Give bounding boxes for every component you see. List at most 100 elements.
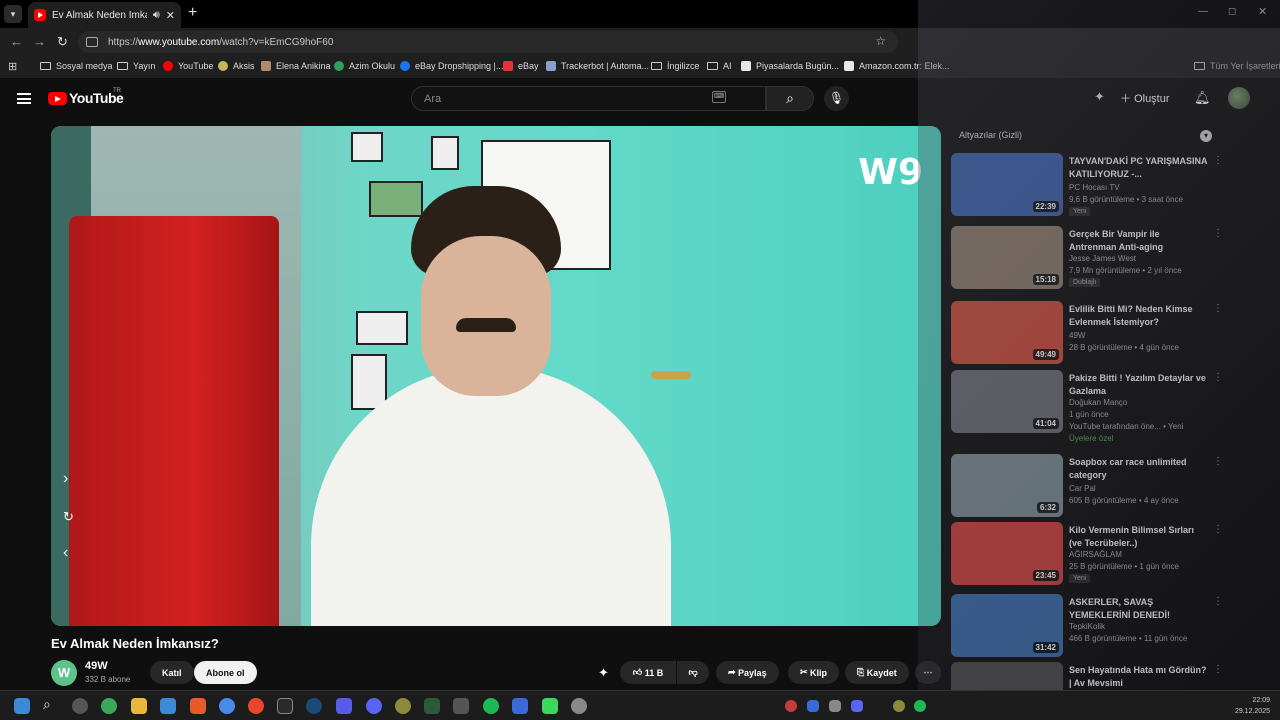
epic-games-icon[interactable]	[277, 698, 293, 714]
recommendation-channel[interactable]: Doğukan Manço	[1069, 398, 1127, 407]
notifications-bell-icon[interactable]: 🔔︎	[1194, 90, 1211, 106]
apps-grid-icon[interactable]: ⊞	[8, 60, 17, 73]
video-thumbnail[interactable]: 31:42	[951, 594, 1063, 657]
maximize-icon[interactable]: ◻	[1228, 6, 1236, 17]
taskbar-app-icon[interactable]	[453, 698, 469, 714]
taskbar-app-icon[interactable]	[395, 698, 411, 714]
taskbar-app-icon[interactable]	[424, 698, 440, 714]
more-options-icon[interactable]: ⋮	[1213, 664, 1223, 675]
taskbar-app-icon[interactable]	[248, 698, 264, 714]
tab-search-button[interactable]: ▾	[4, 5, 22, 23]
site-info-icon[interactable]	[86, 37, 98, 47]
recommendation-card[interactable]: Sen Hayatında Hata mı Gördün? | Av Mevsi…	[951, 662, 1271, 690]
taskbar-app-icon[interactable]	[512, 698, 528, 714]
recommendation-title[interactable]: Soapbox car race unlimited category	[1069, 456, 1209, 482]
more-options-icon[interactable]: ⋮	[1213, 524, 1223, 535]
recommendation-channel[interactable]: PC Hocası TV	[1069, 183, 1120, 192]
tray-icon[interactable]	[807, 700, 819, 712]
video-thumbnail[interactable]	[951, 662, 1063, 690]
keyboard-icon[interactable]: ⌨	[712, 91, 726, 103]
chevron-down-icon[interactable]: ▾	[1200, 130, 1212, 142]
recommendation-channel[interactable]: TepkiKolik	[1069, 622, 1105, 631]
search-button[interactable]: ⌕	[766, 86, 814, 111]
recommendation-card[interactable]: 31:42 ASKERLER, SAVAŞ YEMEKLERİNİ DENEDİ…	[951, 594, 1271, 658]
create-button[interactable]: ＋ Oluştur	[1120, 90, 1170, 106]
file-explorer-icon[interactable]	[131, 698, 147, 714]
bookmark-item[interactable]: Aksis	[218, 61, 255, 71]
browser-tab-active[interactable]: Ev Almak Neden İmkansız? 🔊︎ ✕	[28, 2, 181, 28]
all-bookmarks[interactable]: Tüm Yer İşaretleri	[1194, 61, 1280, 71]
video-thumbnail[interactable]: 23:45	[951, 522, 1063, 585]
youtube-logo-icon[interactable]	[48, 92, 67, 105]
recommendation-card[interactable]: 41:04 Pakize Bitti ! Yazılım Detaylar ve…	[951, 370, 1271, 446]
forward-arrow-icon[interactable]: →	[33, 34, 46, 49]
recommendation-title[interactable]: Kilo Vermenin Bilimsel Sırları (ve Tecrü…	[1069, 524, 1209, 550]
gem-icon[interactable]: ✦	[1094, 89, 1105, 105]
more-options-icon[interactable]: ⋮	[1213, 596, 1223, 607]
xbox-icon[interactable]	[101, 698, 117, 714]
recommendation-card[interactable]: 6:32 Soapbox car race unlimited category…	[951, 454, 1271, 518]
video-thumbnail[interactable]: 41:04	[951, 370, 1063, 433]
captions-panel-title[interactable]: Altyazılar (Gizli)	[959, 130, 1022, 140]
taskbar-clock[interactable]: 22:09 29.12.2025	[1235, 695, 1270, 717]
more-options-icon[interactable]: ⋮	[1213, 372, 1223, 383]
recommendation-channel[interactable]: Car Pal	[1069, 484, 1096, 493]
channel-name[interactable]: 49W	[85, 660, 108, 672]
more-actions-button[interactable]: ⋯	[915, 661, 941, 684]
video-thumbnail[interactable]: 49:49	[951, 301, 1063, 364]
address-bar[interactable]: https://www.youtube.com/watch?v=kEmCG9ho…	[78, 31, 898, 53]
speaker-icon[interactable]: 🔊︎	[153, 9, 160, 22]
voice-search-mic-icon[interactable]: 🎙︎	[824, 86, 849, 111]
video-player[interactable]: W9 › ↻ ‹	[51, 126, 941, 626]
bookmark-item[interactable]: eBay Dropshipping |...	[400, 61, 503, 71]
chrome-icon[interactable]	[219, 698, 235, 714]
bookmark-item[interactable]: Elena Anikina	[261, 61, 331, 71]
search-icon[interactable]: ⌕	[43, 696, 59, 712]
recommendation-card[interactable]: 15:18 Gerçek Bir Vampir ile Antrenman An…	[951, 226, 1271, 290]
tray-icon[interactable]	[829, 700, 841, 712]
bookmark-item[interactable]: Piyasalarda Bugün...	[741, 61, 839, 71]
previous-chevron-icon[interactable]: ‹	[63, 544, 68, 562]
bookmark-item[interactable]: Trackerbot | Automa...	[546, 61, 649, 71]
replay-icon[interactable]: ↻	[63, 509, 74, 525]
tray-icon[interactable]	[785, 700, 797, 712]
recommendation-title[interactable]: TAYVAN'DAKİ PC YARIŞMASINA KATILIYORUZ -…	[1069, 155, 1209, 181]
taskbar-app-icon[interactable]	[336, 698, 352, 714]
recommendation-channel[interactable]: AĞIRSAĞLAM	[1069, 550, 1122, 559]
spotify-icon[interactable]	[483, 698, 499, 714]
channel-watermark[interactable]: W9	[858, 152, 923, 193]
new-tab-button[interactable]: +	[188, 4, 197, 22]
tray-icon[interactable]	[893, 700, 905, 712]
menu-hamburger-icon[interactable]	[17, 93, 31, 104]
recommendation-title[interactable]: Gerçek Bir Vampir ile Antrenman Anti-agi…	[1069, 228, 1209, 254]
steam-icon[interactable]	[306, 698, 322, 714]
like-button[interactable]: 👍︎ 11 B	[620, 661, 676, 684]
more-options-icon[interactable]: ⋮	[1213, 228, 1223, 239]
discord-icon[interactable]	[366, 698, 382, 714]
dislike-button[interactable]: 👎︎	[677, 661, 709, 684]
recommendation-card[interactable]: 23:45 Kilo Vermenin Bilimsel Sırları (ve…	[951, 522, 1271, 586]
back-arrow-icon[interactable]: ←	[10, 34, 23, 49]
bookmark-item[interactable]: YouTube	[163, 61, 213, 71]
recommendation-card[interactable]: 49:49 Evlilik Bitti Mi? Neden Kimse Evle…	[951, 301, 1271, 365]
tray-icon[interactable]	[914, 700, 926, 712]
recommendation-title[interactable]: Evlilik Bitti Mi? Neden Kimse Evlenmek İ…	[1069, 303, 1209, 329]
window-close-icon[interactable]: ✕	[1258, 5, 1267, 18]
join-button[interactable]: Katıl	[150, 661, 194, 684]
video-thumbnail[interactable]: 15:18	[951, 226, 1063, 289]
more-options-icon[interactable]: ⋮	[1213, 456, 1223, 467]
bookmark-item[interactable]: AI	[707, 61, 732, 71]
reload-icon[interactable]: ↻	[57, 34, 68, 50]
recommendation-title[interactable]: ASKERLER, SAVAŞ YEMEKLERİNİ DENEDİ!	[1069, 596, 1209, 622]
bookmark-item[interactable]: Amazon.com.tr: Elek...	[844, 61, 950, 71]
minimize-icon[interactable]: —	[1198, 6, 1208, 17]
video-thumbnail[interactable]: 22:39	[951, 153, 1063, 216]
brave-icon[interactable]	[190, 698, 206, 714]
subscribe-button[interactable]: Abone ol	[194, 661, 257, 684]
clip-button[interactable]: ✂ Klip	[788, 661, 840, 684]
account-avatar[interactable]	[1228, 87, 1250, 109]
recommendation-title[interactable]: Pakize Bitti ! Yazılım Detaylar ve Gazla…	[1069, 372, 1209, 398]
bookmark-item[interactable]: Sosyal medya	[40, 61, 113, 71]
store-icon[interactable]	[160, 698, 176, 714]
bookmark-item[interactable]: Yayın	[117, 61, 155, 71]
